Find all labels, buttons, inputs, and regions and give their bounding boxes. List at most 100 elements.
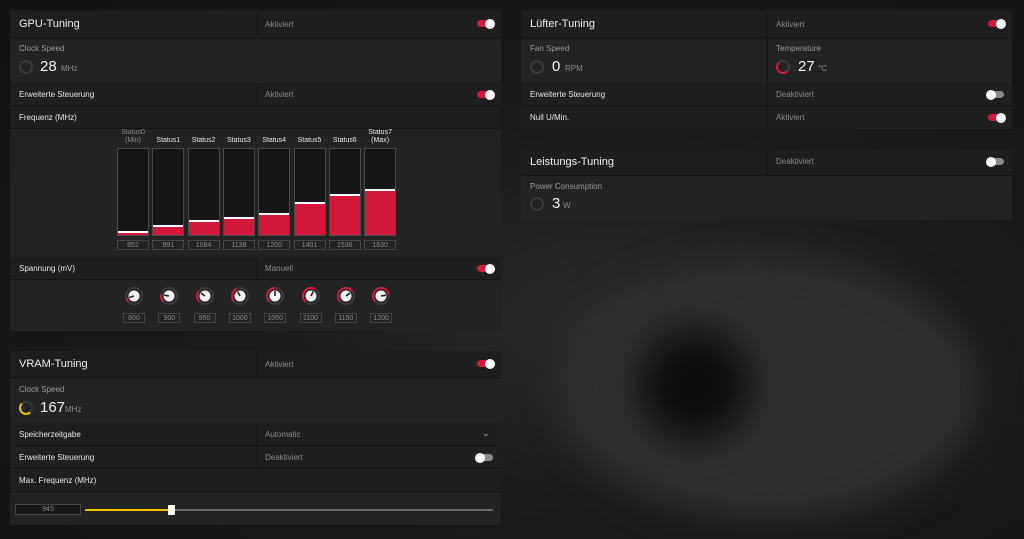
frequency-state-4[interactable]: Status4 1200 xyxy=(258,129,291,255)
temperature-unit: °C xyxy=(818,64,827,73)
frequency-state-3[interactable]: Status3 1138 xyxy=(222,129,255,255)
voltage-knob-6[interactable] xyxy=(336,286,356,306)
frequency-state-value[interactable]: 852 xyxy=(117,240,149,250)
voltage-value[interactable]: 800 xyxy=(123,313,145,323)
voltage-value[interactable]: 1200 xyxy=(370,313,393,323)
frequency-state-bar[interactable] xyxy=(258,148,291,236)
frequency-state-value[interactable]: 991 xyxy=(152,240,185,250)
frequency-state-value[interactable]: 1401 xyxy=(293,240,326,250)
voltage-knob-1[interactable] xyxy=(159,286,179,306)
frequency-state-value[interactable]: 1084 xyxy=(187,240,220,250)
frequency-state-handle[interactable] xyxy=(259,213,290,216)
temperature-label: Temperature xyxy=(776,44,821,53)
frequency-state-7[interactable]: Status7 (Max) 1630 xyxy=(364,129,397,255)
zero-rpm-toggle[interactable] xyxy=(988,112,1006,123)
power-consumption-value: 3 xyxy=(552,195,561,212)
frequency-state-1[interactable]: Status1 991 xyxy=(152,129,185,255)
frequency-state-bar[interactable] xyxy=(293,148,326,236)
frequency-state-value[interactable]: 1536 xyxy=(328,240,361,250)
vram-maxfreq-row: Max. Frequenz (MHz) xyxy=(10,469,501,492)
gpu-advanced-status: Aktiviert xyxy=(265,90,294,99)
voltage-knob-2[interactable] xyxy=(195,286,215,306)
frequency-state-fill xyxy=(329,196,360,235)
frequency-state-0[interactable]: Status0 (Min) 852 xyxy=(117,129,149,255)
gpu-tuning-panel: GPU-Tuning Aktiviert Clock Speed 28 MHz … xyxy=(10,10,501,331)
temperature-metric: Temperature 27 °C xyxy=(767,38,1012,83)
vram-clock-label: Clock Speed xyxy=(19,385,65,394)
gpu-frequency-label: Frequenz (MHz) xyxy=(19,113,77,122)
frequency-state-bar[interactable] xyxy=(364,148,397,236)
gpu-advanced-toggle[interactable] xyxy=(477,89,495,100)
voltage-value[interactable]: 1100 xyxy=(299,313,322,323)
gpu-header-row: GPU-Tuning Aktiviert xyxy=(10,10,501,39)
frequency-state-bar[interactable] xyxy=(117,148,149,236)
frequency-state-bar[interactable] xyxy=(152,148,185,236)
voltage-value[interactable]: 900 xyxy=(158,313,181,323)
vram-maxfreq-input[interactable]: 945 xyxy=(15,504,81,515)
fan-tuning-panel: Lüfter-Tuning Aktiviert Fan Speed 0 RPM … xyxy=(521,10,1012,130)
frequency-state-value[interactable]: 1630 xyxy=(364,240,397,250)
voltage-knob-7[interactable] xyxy=(371,286,391,306)
voltage-value[interactable]: 1000 xyxy=(228,313,251,323)
frequency-state-value[interactable]: 1138 xyxy=(222,240,255,250)
voltage-value[interactable]: 950 xyxy=(193,313,216,323)
zero-rpm-status: Aktiviert xyxy=(776,113,805,122)
frequency-state-bar[interactable] xyxy=(222,148,255,236)
vram-clock-value: 167 xyxy=(40,399,66,416)
frequency-state-handle[interactable] xyxy=(329,194,360,197)
frequency-state-label: Status7 (Max) xyxy=(368,129,392,144)
background-blur xyxy=(560,260,980,520)
temperature-value: 27 xyxy=(798,58,815,75)
frequency-state-bar[interactable] xyxy=(187,148,220,236)
frequency-state-handle[interactable] xyxy=(294,202,325,205)
fan-advanced-toggle[interactable] xyxy=(986,89,1004,100)
frequency-state-2[interactable]: Status2 1084 xyxy=(187,129,220,255)
gpu-voltage-toggle[interactable] xyxy=(477,263,495,274)
frequency-state-6[interactable]: Status6 1536 xyxy=(328,129,361,255)
chevron-down-icon[interactable]: ⌄ xyxy=(482,428,490,439)
gpu-tuning-toggle[interactable] xyxy=(477,18,495,29)
slider-thumb[interactable] xyxy=(167,505,175,515)
vram-tuning-status: Aktiviert xyxy=(265,360,294,369)
vram-header-row: VRAM-Tuning Aktiviert xyxy=(10,351,501,378)
frequency-state-fill xyxy=(188,222,219,235)
power-tuning-status: Deaktiviert xyxy=(776,157,814,166)
power-tuning-panel: Leistungs-Tuning Deaktiviert Power Consu… xyxy=(521,150,1012,220)
vram-tuning-toggle[interactable] xyxy=(477,358,495,369)
fan-tuning-toggle[interactable] xyxy=(988,18,1006,29)
voltage-knob-4[interactable] xyxy=(265,286,285,306)
fan-advanced-row: Erweiterte Steuerung Deaktiviert xyxy=(521,83,1012,106)
voltage-knob-5[interactable] xyxy=(301,286,321,306)
vram-advanced-status: Deaktiviert xyxy=(265,453,303,462)
frequency-state-handle[interactable] xyxy=(188,220,219,223)
frequency-state-label: Status4 xyxy=(262,137,287,144)
background-blur-dark xyxy=(640,330,750,440)
frequency-state-handle[interactable] xyxy=(118,231,148,234)
fan-tuning-title: Lüfter-Tuning xyxy=(530,18,596,30)
power-consumption-unit: W xyxy=(563,201,571,210)
frequency-state-5[interactable]: Status5 1401 xyxy=(293,129,326,255)
zero-rpm-label: Null U/Min. xyxy=(530,113,570,122)
power-tuning-toggle[interactable] xyxy=(986,156,1004,167)
vram-timing-label: Speicherzeitgabe xyxy=(19,430,81,439)
voltage-value[interactable]: 1150 xyxy=(334,313,357,323)
fan-advanced-label: Erweiterte Steuerung xyxy=(530,90,606,99)
frequency-state-label: Status6 xyxy=(332,137,357,144)
power-consumption-label: Power Consumption xyxy=(530,182,603,191)
power-consumption-gauge xyxy=(530,197,544,211)
frequency-state-handle[interactable] xyxy=(153,225,184,228)
frequency-state-handle[interactable] xyxy=(223,216,254,219)
vram-timing-select[interactable]: Automatic xyxy=(265,430,301,439)
vram-advanced-toggle[interactable] xyxy=(475,452,493,463)
frequency-state-label: Status3 xyxy=(227,137,251,144)
voltage-value[interactable]: 1050 xyxy=(264,313,287,323)
fan-header-row: Lüfter-Tuning Aktiviert xyxy=(521,10,1012,39)
voltage-knob-0[interactable] xyxy=(124,286,144,306)
voltage-knob-3[interactable] xyxy=(230,286,250,306)
frequency-state-handle[interactable] xyxy=(365,189,396,192)
frequency-state-value[interactable]: 1200 xyxy=(258,240,291,250)
vram-timing-row[interactable]: Speicherzeitgabe Automatic ⌄ xyxy=(10,423,501,446)
fan-speed-gauge xyxy=(530,60,544,74)
fan-speed-value: 0 xyxy=(552,58,561,75)
frequency-state-bar[interactable] xyxy=(328,148,361,236)
